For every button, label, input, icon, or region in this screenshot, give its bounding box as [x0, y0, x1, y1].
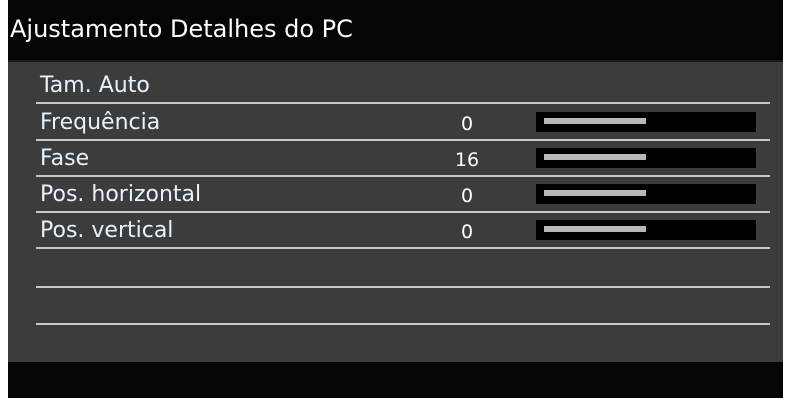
- menu-item-v-position[interactable]: Pos. vertical 0: [36, 213, 770, 249]
- v-position-slider[interactable]: [536, 220, 756, 240]
- slider-fill: [544, 154, 646, 160]
- slider-fill: [544, 226, 646, 232]
- menu-item-empty: [36, 289, 770, 325]
- menu-item-label: Pos. horizontal: [40, 182, 202, 207]
- osd-panel: Ajustamento Detalhes do PC Tam. Auto Fre…: [8, 0, 783, 398]
- slider-fill: [544, 190, 646, 196]
- menu-item-label: Pos. vertical: [40, 218, 174, 243]
- h-position-value: 0: [460, 185, 474, 207]
- menu-item-h-position[interactable]: Pos. horizontal 0: [36, 177, 770, 213]
- slider-fill: [544, 118, 646, 124]
- frequency-slider[interactable]: [536, 112, 756, 132]
- menu-title: Ajustamento Detalhes do PC: [10, 15, 353, 43]
- menu-item-phase[interactable]: Fase 16: [36, 141, 770, 177]
- footer-bar: [8, 362, 783, 398]
- v-position-value: 0: [460, 221, 474, 243]
- h-position-slider[interactable]: [536, 184, 756, 204]
- menu-item-label: Frequência: [40, 110, 161, 135]
- menu-item-empty: [36, 252, 770, 288]
- menu-item-label: Fase: [40, 146, 90, 171]
- phase-value: 16: [454, 149, 480, 171]
- menu-item-label: Tam. Auto: [40, 73, 150, 98]
- frequency-value: 0: [460, 113, 474, 135]
- title-bar: Ajustamento Detalhes do PC: [8, 0, 783, 62]
- menu-item-auto-size[interactable]: Tam. Auto: [36, 68, 770, 104]
- menu-item-frequency[interactable]: Frequência 0: [36, 105, 770, 141]
- phase-slider[interactable]: [536, 148, 756, 168]
